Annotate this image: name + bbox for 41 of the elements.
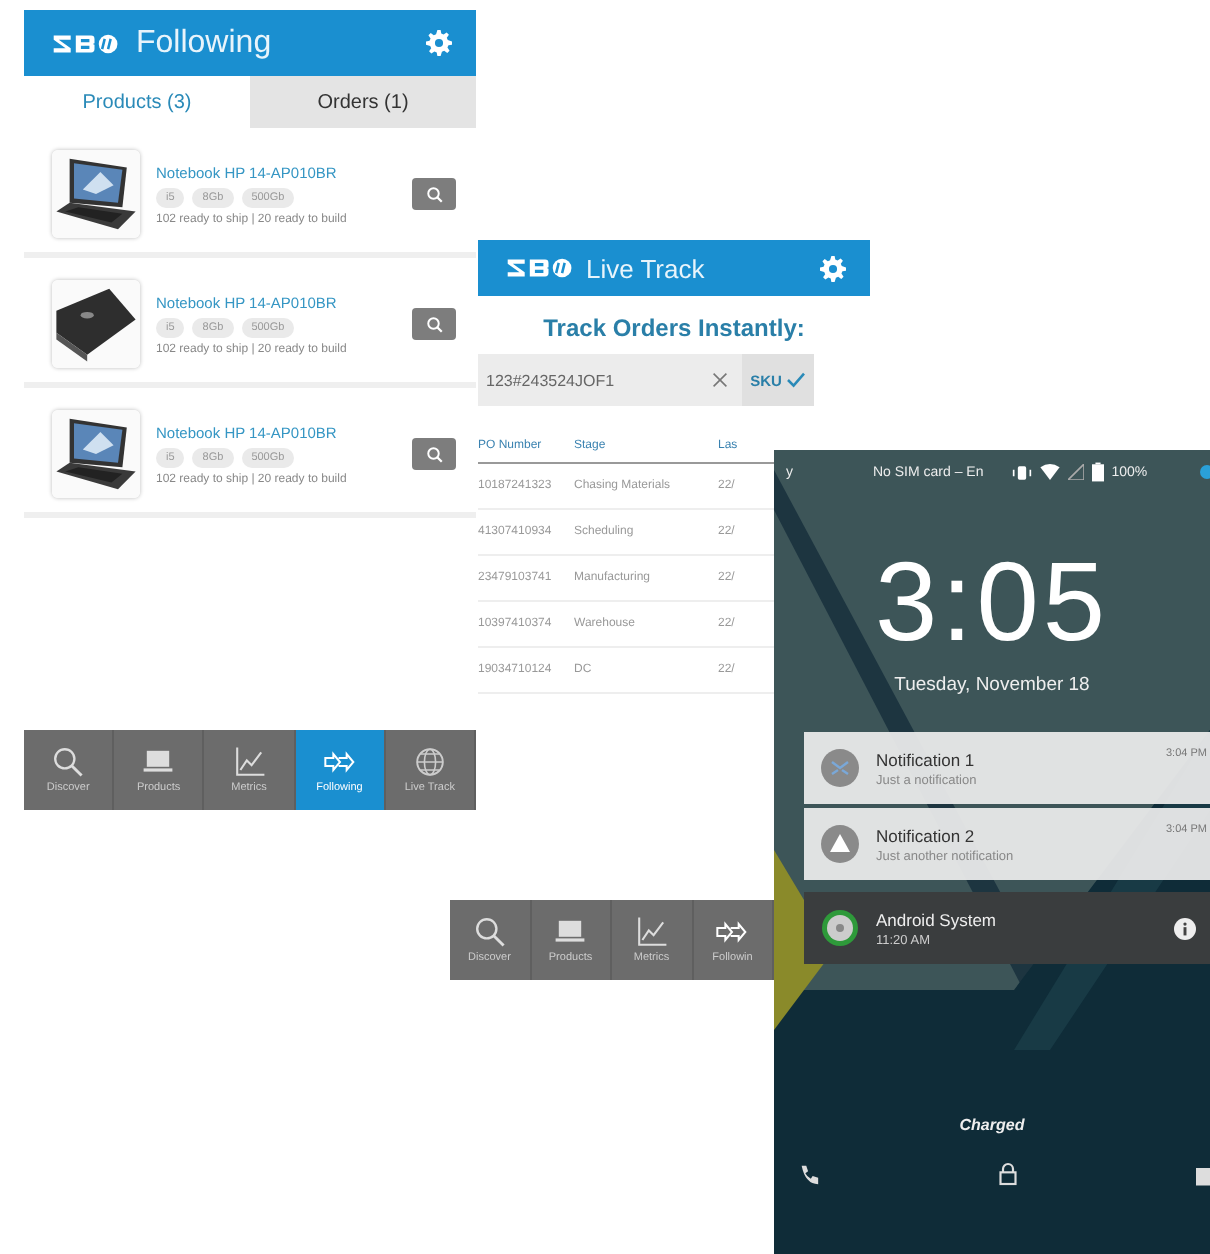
search-icon xyxy=(425,445,443,463)
search-icon xyxy=(52,746,85,778)
chart-icon xyxy=(635,916,668,948)
section-heading: Track Orders Instantly: xyxy=(541,312,807,346)
tab[interactable]: Orders (1) xyxy=(250,76,476,128)
lock-icon[interactable] xyxy=(998,1162,1018,1186)
notification-title: Notification 1 xyxy=(876,749,977,769)
check-icon xyxy=(785,372,806,388)
laptop-icon xyxy=(554,916,587,948)
close-icon[interactable] xyxy=(712,372,728,388)
search-icon xyxy=(473,916,506,948)
chart-icon xyxy=(233,746,265,778)
notification-title: Notification 2 xyxy=(876,825,977,845)
message-icon xyxy=(820,748,860,788)
charging-status: Charged xyxy=(959,1116,1025,1134)
globe-icon xyxy=(413,746,446,778)
search-button[interactable] xyxy=(412,438,456,470)
clock: 3:05 xyxy=(875,542,1109,662)
signal-icon xyxy=(1067,464,1084,480)
arrows-icon xyxy=(323,746,356,778)
logo-icon xyxy=(52,31,120,55)
settings-icon[interactable] xyxy=(820,255,846,281)
screen-title: Following xyxy=(136,25,274,61)
screen-title: Live Track xyxy=(586,253,707,283)
warning-icon xyxy=(820,824,860,864)
app-icon xyxy=(820,908,860,948)
notification-title: Android System xyxy=(876,909,998,929)
vibrate-icon xyxy=(1011,463,1032,481)
info-icon[interactable] xyxy=(1174,917,1196,939)
arrows-icon xyxy=(716,916,749,948)
laptop-icon xyxy=(142,746,175,778)
settings-icon[interactable] xyxy=(426,30,452,56)
search-button[interactable] xyxy=(412,178,456,210)
search-icon xyxy=(425,185,443,203)
search-icon xyxy=(425,315,443,333)
search-field[interactable]: 123#243524JOF1 xyxy=(478,354,742,406)
search-button[interactable] xyxy=(412,308,456,340)
wifi-icon xyxy=(1039,464,1060,480)
date-text: Tuesday, November 18 xyxy=(894,674,1090,696)
logo-icon xyxy=(506,256,574,280)
phone-icon[interactable] xyxy=(798,1164,820,1186)
